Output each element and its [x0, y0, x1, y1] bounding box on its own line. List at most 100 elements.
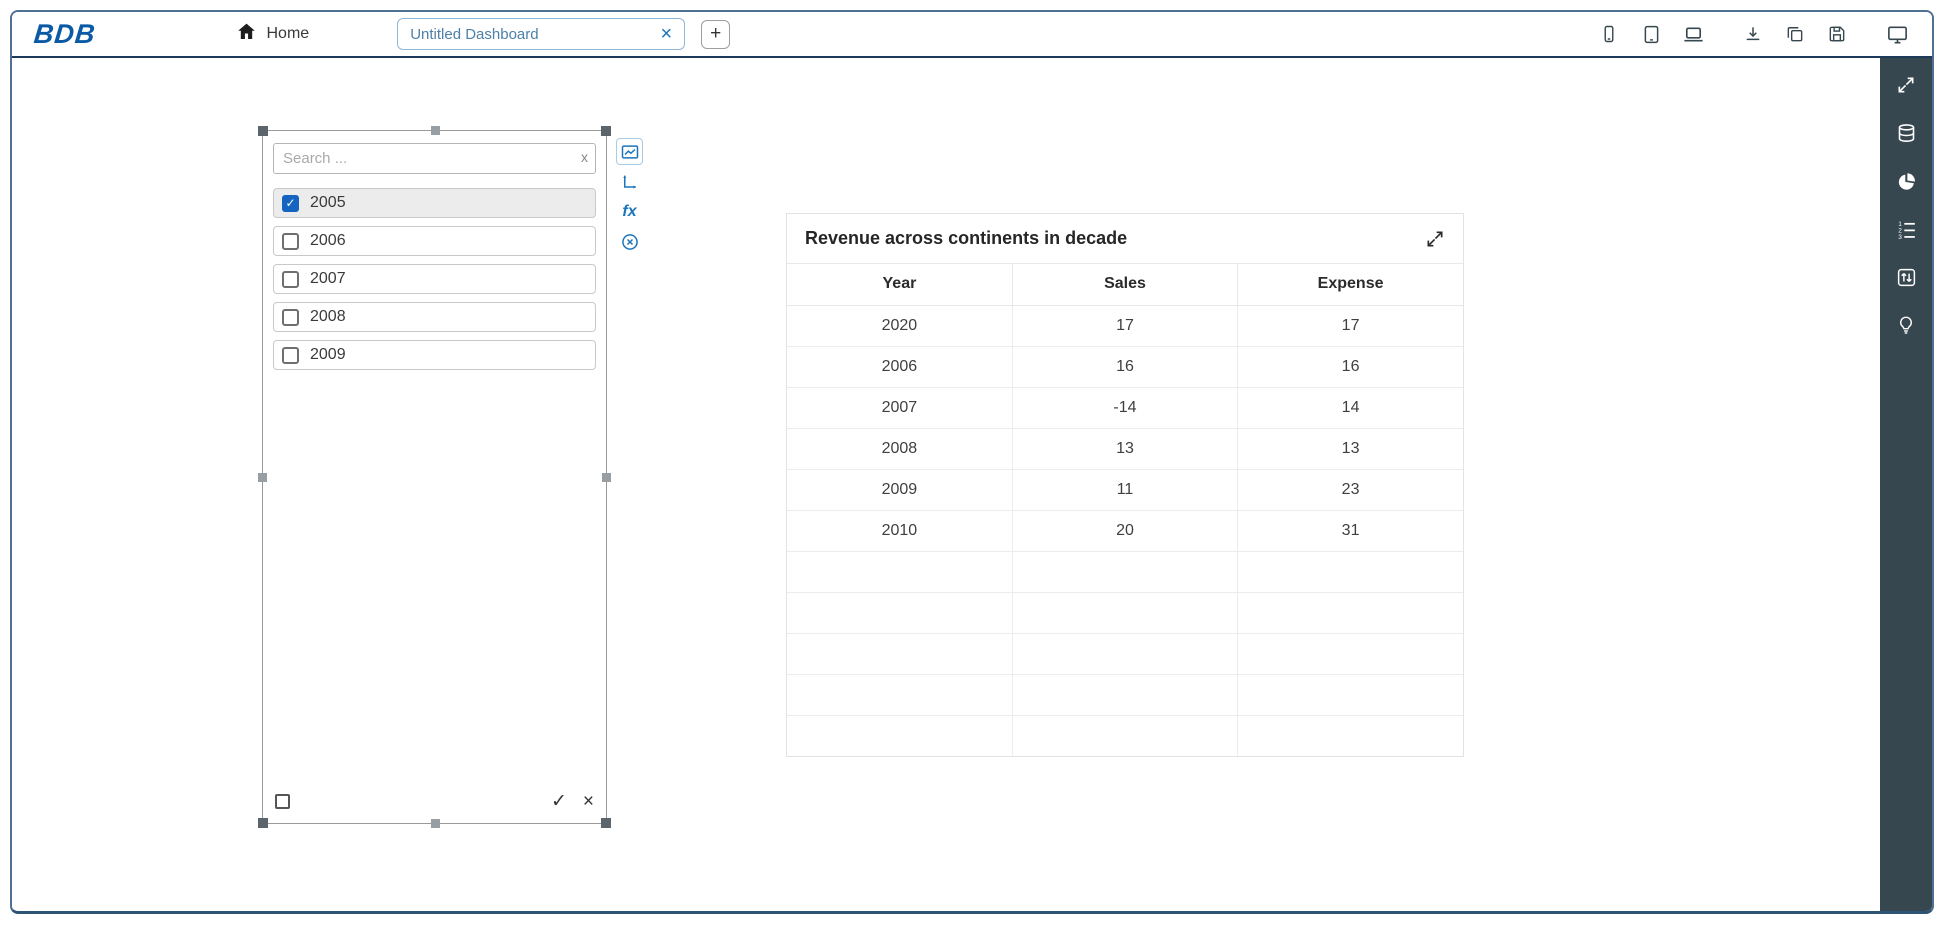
- table-empty-row: [787, 674, 1463, 715]
- home-button[interactable]: Home: [236, 21, 310, 47]
- desktop-preview-icon[interactable]: [1884, 21, 1910, 47]
- checkbox-icon[interactable]: ✓: [282, 195, 299, 212]
- app-window: BDB Home Untitled Dashboard × +: [10, 10, 1934, 914]
- cancel-close-icon[interactable]: ×: [583, 792, 594, 811]
- table-cell: [1238, 551, 1463, 592]
- right-sidebar: 123: [1880, 58, 1932, 911]
- dashboard-tab-title[interactable]: Untitled Dashboard: [410, 26, 538, 43]
- checkbox-icon[interactable]: [282, 309, 299, 326]
- table-cell: 2006: [787, 346, 1012, 387]
- svg-text:3: 3: [1898, 234, 1902, 240]
- apply-check-icon[interactable]: ✓: [551, 792, 567, 811]
- filter-item-label: 2009: [310, 346, 346, 364]
- table-cell: [1238, 592, 1463, 633]
- table-cell: 31: [1238, 510, 1463, 551]
- preview-device-group: [1596, 21, 1706, 47]
- filter-item[interactable]: 2006: [273, 226, 596, 256]
- table-cell: [1238, 633, 1463, 674]
- topbar-actions: [1596, 21, 1910, 47]
- smartphone-preview-icon[interactable]: [1596, 21, 1622, 47]
- filter-search-input[interactable]: [273, 143, 596, 174]
- ordered-list-icon[interactable]: 123: [1893, 216, 1919, 242]
- formula-fx-button[interactable]: fx: [616, 198, 643, 225]
- top-bar: BDB Home Untitled Dashboard × +: [12, 12, 1932, 58]
- table-column-header: Sales: [1012, 264, 1237, 305]
- maximize-icon[interactable]: [1893, 72, 1919, 98]
- table-cell: [787, 715, 1012, 756]
- select-all-checkbox-icon[interactable]: [275, 794, 290, 809]
- table-cell: [1012, 633, 1237, 674]
- table-column-header: Expense: [1238, 264, 1463, 305]
- duplicate-icon[interactable]: [1782, 21, 1808, 47]
- home-label: Home: [267, 25, 310, 43]
- filter-item[interactable]: 2008: [273, 302, 596, 332]
- filter-item[interactable]: 2009: [273, 340, 596, 370]
- table-cell: [1238, 715, 1463, 756]
- filter-list: ✓ 2005 2006 2007 2008 2009: [273, 188, 596, 378]
- dashboard-tab[interactable]: Untitled Dashboard ×: [397, 18, 685, 50]
- insights-bulb-icon[interactable]: [1893, 312, 1919, 338]
- table-cell: 17: [1238, 305, 1463, 346]
- save-icon[interactable]: [1824, 21, 1850, 47]
- resize-handle-ne[interactable]: [601, 126, 611, 136]
- checkbox-icon[interactable]: [282, 271, 299, 288]
- tablet-preview-icon[interactable]: [1638, 21, 1664, 47]
- widget-toolbar: fx: [616, 138, 643, 255]
- resize-handle-e[interactable]: [602, 473, 611, 482]
- charts-icon[interactable]: [1893, 168, 1919, 194]
- table-cell: [1012, 592, 1237, 633]
- table-cell: 23: [1238, 469, 1463, 510]
- table-empty-row: [787, 592, 1463, 633]
- checkbox-icon[interactable]: [282, 233, 299, 250]
- fx-label: fx: [622, 203, 636, 221]
- resize-handle-nw[interactable]: [258, 126, 268, 136]
- table-body: 20201717200616162007-1414200813132009112…: [787, 305, 1463, 756]
- tab-close-icon[interactable]: ×: [661, 24, 673, 44]
- dashboard-canvas[interactable]: x ✓20052006200720082009 ✓ × fx: [12, 58, 1880, 911]
- swap-values-icon[interactable]: [1893, 264, 1919, 290]
- axes-icon[interactable]: [616, 168, 643, 195]
- filter-item[interactable]: ✓ 2005: [273, 188, 596, 218]
- table-cell: 2009: [787, 469, 1012, 510]
- filter-item-label: 2005: [310, 194, 346, 212]
- table-cell: 14: [1238, 387, 1463, 428]
- table-empty-row: [787, 551, 1463, 592]
- add-tab-button[interactable]: +: [701, 20, 730, 49]
- checkbox-icon[interactable]: [282, 347, 299, 364]
- table-cell: [1012, 551, 1237, 592]
- table-cell: 2010: [787, 510, 1012, 551]
- resize-handle-n[interactable]: [431, 126, 440, 135]
- table-widget-titlebar: Revenue across continents in decade: [787, 214, 1463, 264]
- data-table: YearSalesExpense 20201717200616162007-14…: [787, 264, 1463, 756]
- resize-handle-se[interactable]: [601, 818, 611, 828]
- laptop-preview-icon[interactable]: [1680, 21, 1706, 47]
- change-chart-icon[interactable]: [616, 138, 643, 165]
- resize-handle-s[interactable]: [431, 819, 440, 828]
- table-cell: 16: [1238, 346, 1463, 387]
- table-cell: [787, 674, 1012, 715]
- datasource-icon[interactable]: [1893, 120, 1919, 146]
- search-clear-icon[interactable]: x: [581, 149, 588, 165]
- download-icon[interactable]: [1740, 21, 1766, 47]
- resize-handle-sw[interactable]: [258, 818, 268, 828]
- table-cell: 2007: [787, 387, 1012, 428]
- file-action-group: [1740, 21, 1850, 47]
- filter-item[interactable]: 2007: [273, 264, 596, 294]
- table-row: 2007-1414: [787, 387, 1463, 428]
- table-cell: -14: [1012, 387, 1237, 428]
- table-cell: 2008: [787, 428, 1012, 469]
- filter-item-label: 2008: [310, 308, 346, 326]
- table-cell: 16: [1012, 346, 1237, 387]
- bdb-logo[interactable]: BDB: [32, 19, 97, 50]
- expand-widget-icon[interactable]: [1425, 229, 1445, 249]
- resize-handle-w[interactable]: [258, 473, 267, 482]
- filter-widget[interactable]: x ✓ 2005 2006 2007 2008 2009 ✓ ×: [262, 130, 607, 824]
- table-cell: [787, 551, 1012, 592]
- table-cell: [1012, 715, 1237, 756]
- desktop-preview-group: [1884, 21, 1910, 47]
- remove-widget-icon[interactable]: [616, 228, 643, 255]
- table-widget[interactable]: Revenue across continents in decade Year…: [786, 213, 1464, 757]
- table-row: 20102031: [787, 510, 1463, 551]
- filter-search: x: [273, 143, 596, 174]
- table-column-header: Year: [787, 264, 1012, 305]
